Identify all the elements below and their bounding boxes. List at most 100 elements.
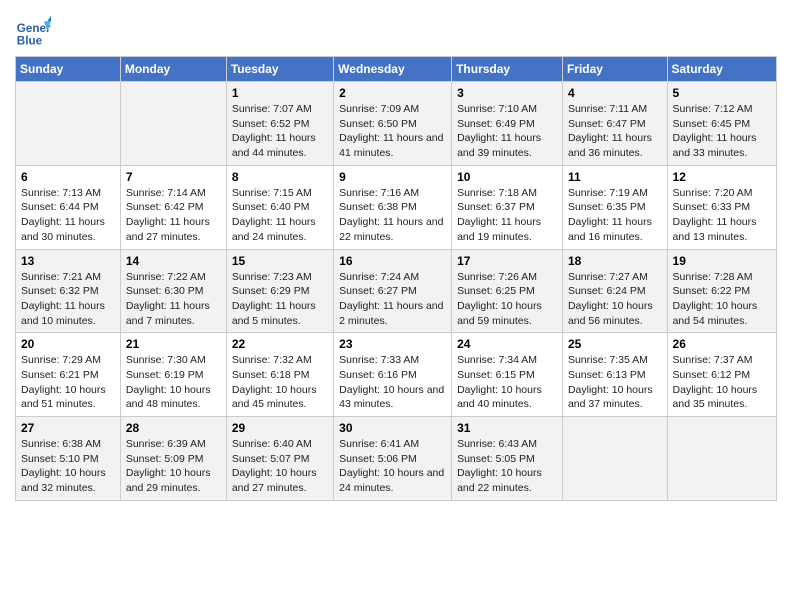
day-info: Sunrise: 7:37 AM Sunset: 6:12 PM Dayligh… [673,353,771,412]
day-number: 18 [568,254,662,268]
day-number: 30 [339,421,446,435]
calendar-cell: 21 Sunrise: 7:30 AM Sunset: 6:19 PM Dayli… [120,333,226,417]
calendar-cell: 13Sunrise: 7:21 AM Sunset: 6:32 PM Dayli… [16,249,121,333]
day-info: Sunrise: 7:34 AM Sunset: 6:15 PM Dayligh… [457,353,557,412]
day-info: Sunrise: 7:10 AM Sunset: 6:49 PM Dayligh… [457,102,557,161]
day-number: 5 [673,86,771,100]
day-info: Sunrise: 6:38 AM Sunset: 5:10 PM Dayligh… [21,437,115,496]
day-number: 28 [126,421,221,435]
calendar-cell: 31 Sunrise: 6:43 AM Sunset: 5:05 PM Dayli… [452,417,563,501]
day-info: Sunrise: 7:13 AM Sunset: 6:44 PM Dayligh… [21,186,115,245]
calendar-table: SundayMondayTuesdayWednesdayThursdayFrid… [15,56,777,501]
header-sunday: Sunday [16,57,121,82]
day-info: Sunrise: 7:27 AM Sunset: 6:24 PM Dayligh… [568,270,662,329]
calendar-cell: 16 Sunrise: 7:24 AM Sunset: 6:27 PM Dayli… [334,249,452,333]
day-number: 7 [126,170,221,184]
calendar-cell: 17 Sunrise: 7:26 AM Sunset: 6:25 PM Dayli… [452,249,563,333]
day-info: Sunrise: 7:33 AM Sunset: 6:16 PM Dayligh… [339,353,446,412]
day-info: Sunrise: 7:23 AM Sunset: 6:29 PM Dayligh… [232,270,328,329]
day-number: 19 [673,254,771,268]
calendar-cell: 1 Sunrise: 7:07 AM Sunset: 6:52 PM Daylig… [226,82,333,166]
day-info: Sunrise: 7:26 AM Sunset: 6:25 PM Dayligh… [457,270,557,329]
calendar-cell [667,417,776,501]
day-number: 3 [457,86,557,100]
header-friday: Friday [562,57,667,82]
calendar-cell: 25 Sunrise: 7:35 AM Sunset: 6:13 PM Dayli… [562,333,667,417]
calendar-cell [562,417,667,501]
calendar-cell: 2Sunrise: 7:09 AM Sunset: 6:50 PM Daylig… [334,82,452,166]
day-number: 25 [568,337,662,351]
day-number: 12 [673,170,771,184]
calendar-cell: 6 Sunrise: 7:13 AM Sunset: 6:44 PM Daylig… [16,165,121,249]
calendar-cell: 20 Sunrise: 7:29 AM Sunset: 6:21 PM Dayli… [16,333,121,417]
calendar-cell: 27 Sunrise: 6:38 AM Sunset: 5:10 PM Dayli… [16,417,121,501]
day-info: Sunrise: 7:24 AM Sunset: 6:27 PM Dayligh… [339,270,446,329]
day-number: 16 [339,254,446,268]
header-monday: Monday [120,57,226,82]
calendar-cell: 24 Sunrise: 7:34 AM Sunset: 6:15 PM Dayli… [452,333,563,417]
header-saturday: Saturday [667,57,776,82]
logo: General Blue [15,14,55,50]
day-info: Sunrise: 6:43 AM Sunset: 5:05 PM Dayligh… [457,437,557,496]
day-number: 24 [457,337,557,351]
day-number: 6 [21,170,115,184]
day-number: 9 [339,170,446,184]
header-wednesday: Wednesday [334,57,452,82]
day-number: 22 [232,337,328,351]
calendar-cell: 29Sunrise: 6:40 AM Sunset: 5:07 PM Dayli… [226,417,333,501]
calendar-cell: 22 Sunrise: 7:32 AM Sunset: 6:18 PM Dayli… [226,333,333,417]
calendar-cell: 9Sunrise: 7:16 AM Sunset: 6:38 PM Daylig… [334,165,452,249]
day-info: Sunrise: 7:35 AM Sunset: 6:13 PM Dayligh… [568,353,662,412]
day-number: 1 [232,86,328,100]
calendar-cell: 30 Sunrise: 6:41 AM Sunset: 5:06 PM Dayli… [334,417,452,501]
day-number: 10 [457,170,557,184]
day-number: 26 [673,337,771,351]
day-info: Sunrise: 7:20 AM Sunset: 6:33 PM Dayligh… [673,186,771,245]
calendar-cell: 10 Sunrise: 7:18 AM Sunset: 6:37 PM Dayli… [452,165,563,249]
calendar-week-row: 1 Sunrise: 7:07 AM Sunset: 6:52 PM Daylig… [16,82,777,166]
day-info: Sunrise: 7:22 AM Sunset: 6:30 PM Dayligh… [126,270,221,329]
calendar-cell: 11Sunrise: 7:19 AM Sunset: 6:35 PM Dayli… [562,165,667,249]
page-header: General Blue [15,10,777,50]
calendar-cell: 26 Sunrise: 7:37 AM Sunset: 6:12 PM Dayli… [667,333,776,417]
calendar-cell: 8 Sunrise: 7:15 AM Sunset: 6:40 PM Daylig… [226,165,333,249]
day-info: Sunrise: 7:18 AM Sunset: 6:37 PM Dayligh… [457,186,557,245]
day-number: 20 [21,337,115,351]
day-info: Sunrise: 6:41 AM Sunset: 5:06 PM Dayligh… [339,437,446,496]
day-number: 2 [339,86,446,100]
day-info: Sunrise: 7:21 AM Sunset: 6:32 PM Dayligh… [21,270,115,329]
calendar-header-row: SundayMondayTuesdayWednesdayThursdayFrid… [16,57,777,82]
logo-icon: General Blue [15,14,51,50]
calendar-cell: 15 Sunrise: 7:23 AM Sunset: 6:29 PM Dayli… [226,249,333,333]
day-info: Sunrise: 6:39 AM Sunset: 5:09 PM Dayligh… [126,437,221,496]
day-number: 8 [232,170,328,184]
day-info: Sunrise: 7:15 AM Sunset: 6:40 PM Dayligh… [232,186,328,245]
calendar-cell [16,82,121,166]
day-number: 11 [568,170,662,184]
day-number: 14 [126,254,221,268]
day-number: 31 [457,421,557,435]
day-number: 17 [457,254,557,268]
svg-text:Blue: Blue [17,35,43,48]
day-info: Sunrise: 6:40 AM Sunset: 5:07 PM Dayligh… [232,437,328,496]
day-info: Sunrise: 7:29 AM Sunset: 6:21 PM Dayligh… [21,353,115,412]
day-number: 27 [21,421,115,435]
calendar-cell: 7Sunrise: 7:14 AM Sunset: 6:42 PM Daylig… [120,165,226,249]
calendar-week-row: 27 Sunrise: 6:38 AM Sunset: 5:10 PM Dayli… [16,417,777,501]
calendar-week-row: 6 Sunrise: 7:13 AM Sunset: 6:44 PM Daylig… [16,165,777,249]
day-number: 4 [568,86,662,100]
calendar-week-row: 13Sunrise: 7:21 AM Sunset: 6:32 PM Dayli… [16,249,777,333]
day-info: Sunrise: 7:32 AM Sunset: 6:18 PM Dayligh… [232,353,328,412]
calendar-cell: 14 Sunrise: 7:22 AM Sunset: 6:30 PM Dayli… [120,249,226,333]
day-info: Sunrise: 7:12 AM Sunset: 6:45 PM Dayligh… [673,102,771,161]
calendar-cell [120,82,226,166]
day-number: 15 [232,254,328,268]
day-info: Sunrise: 7:07 AM Sunset: 6:52 PM Dayligh… [232,102,328,161]
calendar-cell: 4Sunrise: 7:11 AM Sunset: 6:47 PM Daylig… [562,82,667,166]
calendar-cell: 19 Sunrise: 7:28 AM Sunset: 6:22 PM Dayli… [667,249,776,333]
day-number: 21 [126,337,221,351]
day-number: 23 [339,337,446,351]
day-info: Sunrise: 7:30 AM Sunset: 6:19 PM Dayligh… [126,353,221,412]
calendar-cell: 28 Sunrise: 6:39 AM Sunset: 5:09 PM Dayli… [120,417,226,501]
day-info: Sunrise: 7:28 AM Sunset: 6:22 PM Dayligh… [673,270,771,329]
